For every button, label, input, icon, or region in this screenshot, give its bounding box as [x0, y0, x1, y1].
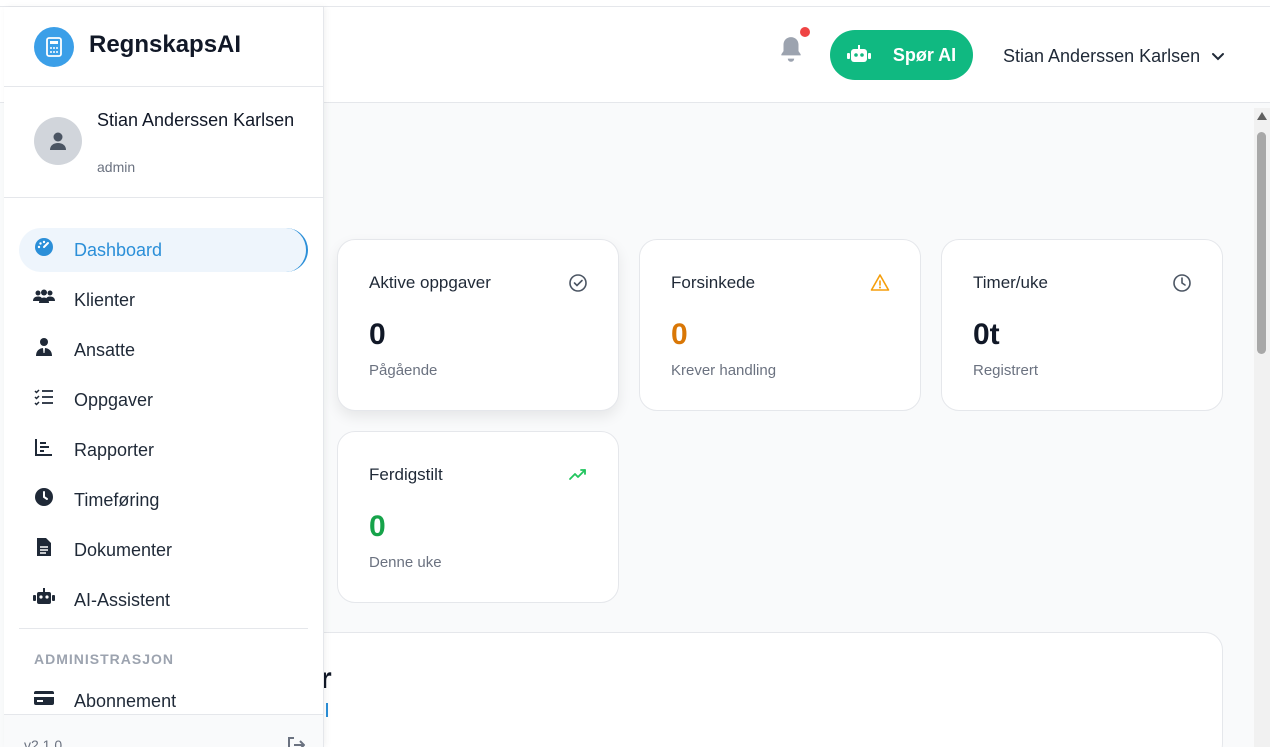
stat-subtitle: Krever handling — [671, 362, 777, 379]
warning-icon — [870, 274, 890, 291]
content-panel — [300, 632, 1223, 747]
ask-ai-button[interactable]: Spør AI — [830, 30, 973, 80]
sidebar-item-dashboard[interactable]: Dashboard — [19, 228, 308, 272]
sidebar-item-employees[interactable]: Ansatte — [19, 328, 308, 372]
stat-value: 0 — [671, 318, 688, 351]
stat-subtitle: Registrert — [973, 362, 1039, 379]
clock-icon — [1173, 274, 1191, 292]
sidebar-item-label: Abonnement — [74, 691, 177, 711]
sidebar-footer: v2.1.0 — [4, 714, 323, 747]
stat-title: Timer/uke — [973, 273, 1048, 292]
scroll-up-arrow-icon[interactable] — [1257, 112, 1267, 120]
users-icon — [33, 286, 55, 308]
brand-name: RegnskapsAI — [89, 31, 242, 58]
sidebar-item-label: Dokumenter — [74, 540, 173, 560]
robot-icon — [33, 586, 55, 608]
chevron-down-icon — [1212, 53, 1225, 61]
stat-title: Ferdigstilt — [369, 465, 443, 484]
app-version: v2.1.0 — [24, 737, 63, 747]
page-scrollbar[interactable] — [1254, 108, 1270, 747]
stat-card-overdue[interactable]: Forsinkede 0 Krever handling — [639, 239, 921, 411]
sidebar-item-label: Rapporter — [74, 440, 155, 460]
stat-subtitle: Denne uke — [369, 554, 442, 571]
user-menu[interactable]: Stian Anderssen Karlsen — [1003, 44, 1226, 68]
sidebar-item-label: AI-Assistent — [74, 590, 171, 610]
sidebar-item-reports[interactable]: Rapporter — [19, 428, 308, 472]
stat-value: 0t — [973, 318, 1000, 351]
robot-icon — [846, 45, 871, 62]
profile-role: admin — [97, 159, 136, 175]
sidebar-item-tasks[interactable]: Oppgaver — [19, 378, 308, 422]
top-border — [0, 0, 1270, 7]
stat-card-active-tasks[interactable]: Aktive oppgaver 0 Pågående — [337, 239, 619, 411]
brand-header: RegnskapsAI — [4, 7, 323, 87]
clock-icon — [33, 486, 55, 508]
sidebar-item-label: Timeføring — [74, 490, 160, 510]
chart-icon — [33, 436, 55, 458]
ask-ai-label: Spør AI — [892, 44, 957, 65]
dashboard-icon — [33, 236, 55, 258]
sidebar-item-documents[interactable]: Dokumenter — [19, 528, 308, 572]
user-icon — [50, 132, 66, 150]
avatar — [34, 117, 82, 165]
task-list-icon — [33, 386, 55, 408]
sidebar-item-label: Dashboard — [74, 240, 163, 260]
document-icon — [33, 536, 55, 558]
user-menu-name: Stian Anderssen Karlsen — [1003, 45, 1201, 66]
sidebar-item-label: Oppgaver — [74, 390, 154, 410]
stat-card-hours-week[interactable]: Timer/uke 0t Registrert — [941, 239, 1223, 411]
trending-up-icon — [569, 469, 586, 480]
nav-divider — [19, 628, 308, 629]
sidebar-item-label: Klienter — [74, 290, 136, 310]
credit-card-icon — [33, 687, 55, 709]
check-circle-icon — [569, 274, 587, 292]
notification-dot — [800, 27, 810, 37]
user-profile: Stian Anderssen Karlsen admin — [4, 87, 323, 198]
stat-title: Aktive oppgaver — [369, 273, 491, 292]
employee-icon — [33, 336, 55, 358]
logout-icon[interactable] — [287, 737, 305, 747]
sidebar-item-label: Ansatte — [74, 340, 136, 360]
stat-card-completed[interactable]: Ferdigstilt 0 Denne uke — [337, 431, 619, 603]
profile-name: Stian Anderssen Karlsen — [97, 110, 295, 130]
stat-value: 0 — [369, 510, 386, 543]
nav-section-admin: ADMINISTRASJON — [34, 651, 175, 667]
stat-subtitle: Pågående — [369, 362, 438, 379]
stat-value: 0 — [369, 318, 386, 351]
calculator-icon — [34, 27, 74, 67]
stat-title: Forsinkede — [671, 273, 756, 292]
sidebar-item-timetracking[interactable]: Timeføring — [19, 478, 308, 522]
sidebar: RegnskapsAI Stian Anderssen Karlsen admi… — [4, 7, 324, 747]
notification-bell-icon[interactable] — [778, 35, 804, 65]
sidebar-item-clients[interactable]: Klienter — [19, 278, 308, 322]
sidebar-item-ai-assistant[interactable]: AI-Assistent — [19, 578, 308, 622]
scroll-thumb[interactable] — [1257, 132, 1266, 354]
